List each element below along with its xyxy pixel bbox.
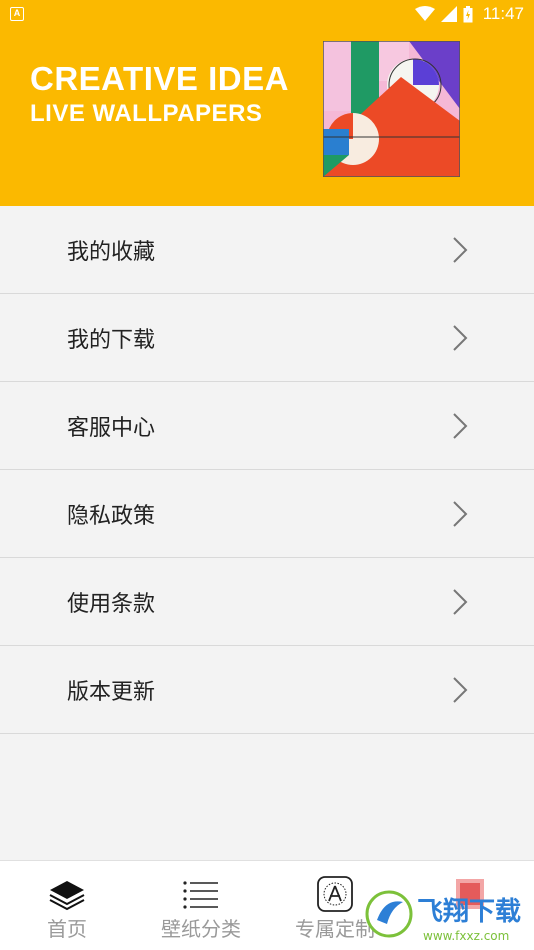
menu-item-label: 我的收藏	[67, 239, 156, 265]
clock: 11:47	[482, 4, 524, 23]
banner-subtitle: LIVE WALLPAPERS	[30, 100, 263, 127]
chevron-right-icon	[453, 589, 468, 615]
signal-icon	[440, 6, 457, 22]
menu-item-label: 使用条款	[67, 591, 156, 617]
nav-label: 壁纸分类	[161, 917, 241, 941]
layers-icon	[49, 881, 85, 911]
nav-label: 首页	[47, 917, 87, 941]
banner-artwork	[323, 41, 460, 177]
system-icons: 11:47	[414, 4, 524, 24]
banner-title: CREATIVE IDEA	[30, 60, 289, 97]
menu-item-label: 我的下载	[67, 327, 156, 353]
header-banner: CREATIVE IDEA LIVE WALLPAPERS	[0, 28, 534, 206]
watermark-logo: 飞翔下载 www.fxxz.com	[365, 890, 521, 943]
menu-item-favorites[interactable]: 我的收藏	[0, 206, 534, 294]
menu-item-downloads[interactable]: 我的下载	[0, 294, 534, 382]
nav-home[interactable]: 首页	[0, 861, 134, 950]
menu-item-support[interactable]: 客服中心	[0, 382, 534, 470]
menu-item-label: 隐私政策	[67, 503, 156, 529]
app-store-icon	[317, 876, 353, 912]
chevron-right-icon	[453, 325, 468, 351]
menu-item-label: 客服中心	[67, 415, 156, 441]
watermark-url: www.fxxz.com	[423, 929, 509, 943]
menu-item-label: 版本更新	[67, 679, 156, 705]
chevron-right-icon	[453, 501, 468, 527]
status-bar: A 11:47	[0, 0, 534, 28]
watermark-text: 飞翔下载	[417, 897, 521, 927]
chevron-right-icon	[453, 237, 468, 263]
menu-item-privacy[interactable]: 隐私政策	[0, 470, 534, 558]
list-icon	[183, 881, 218, 909]
menu-item-update[interactable]: 版本更新	[0, 646, 534, 734]
menu-item-terms[interactable]: 使用条款	[0, 558, 534, 646]
settings-menu: 我的收藏 我的下载 客服中心 隐私政策 使用条款 版本更新	[0, 206, 534, 734]
nav-categories[interactable]: 壁纸分类	[134, 861, 268, 950]
notification-icon: A	[10, 7, 24, 21]
chevron-right-icon	[453, 677, 468, 703]
chevron-right-icon	[453, 413, 468, 439]
wifi-icon	[414, 6, 435, 21]
battery-icon	[463, 5, 473, 22]
